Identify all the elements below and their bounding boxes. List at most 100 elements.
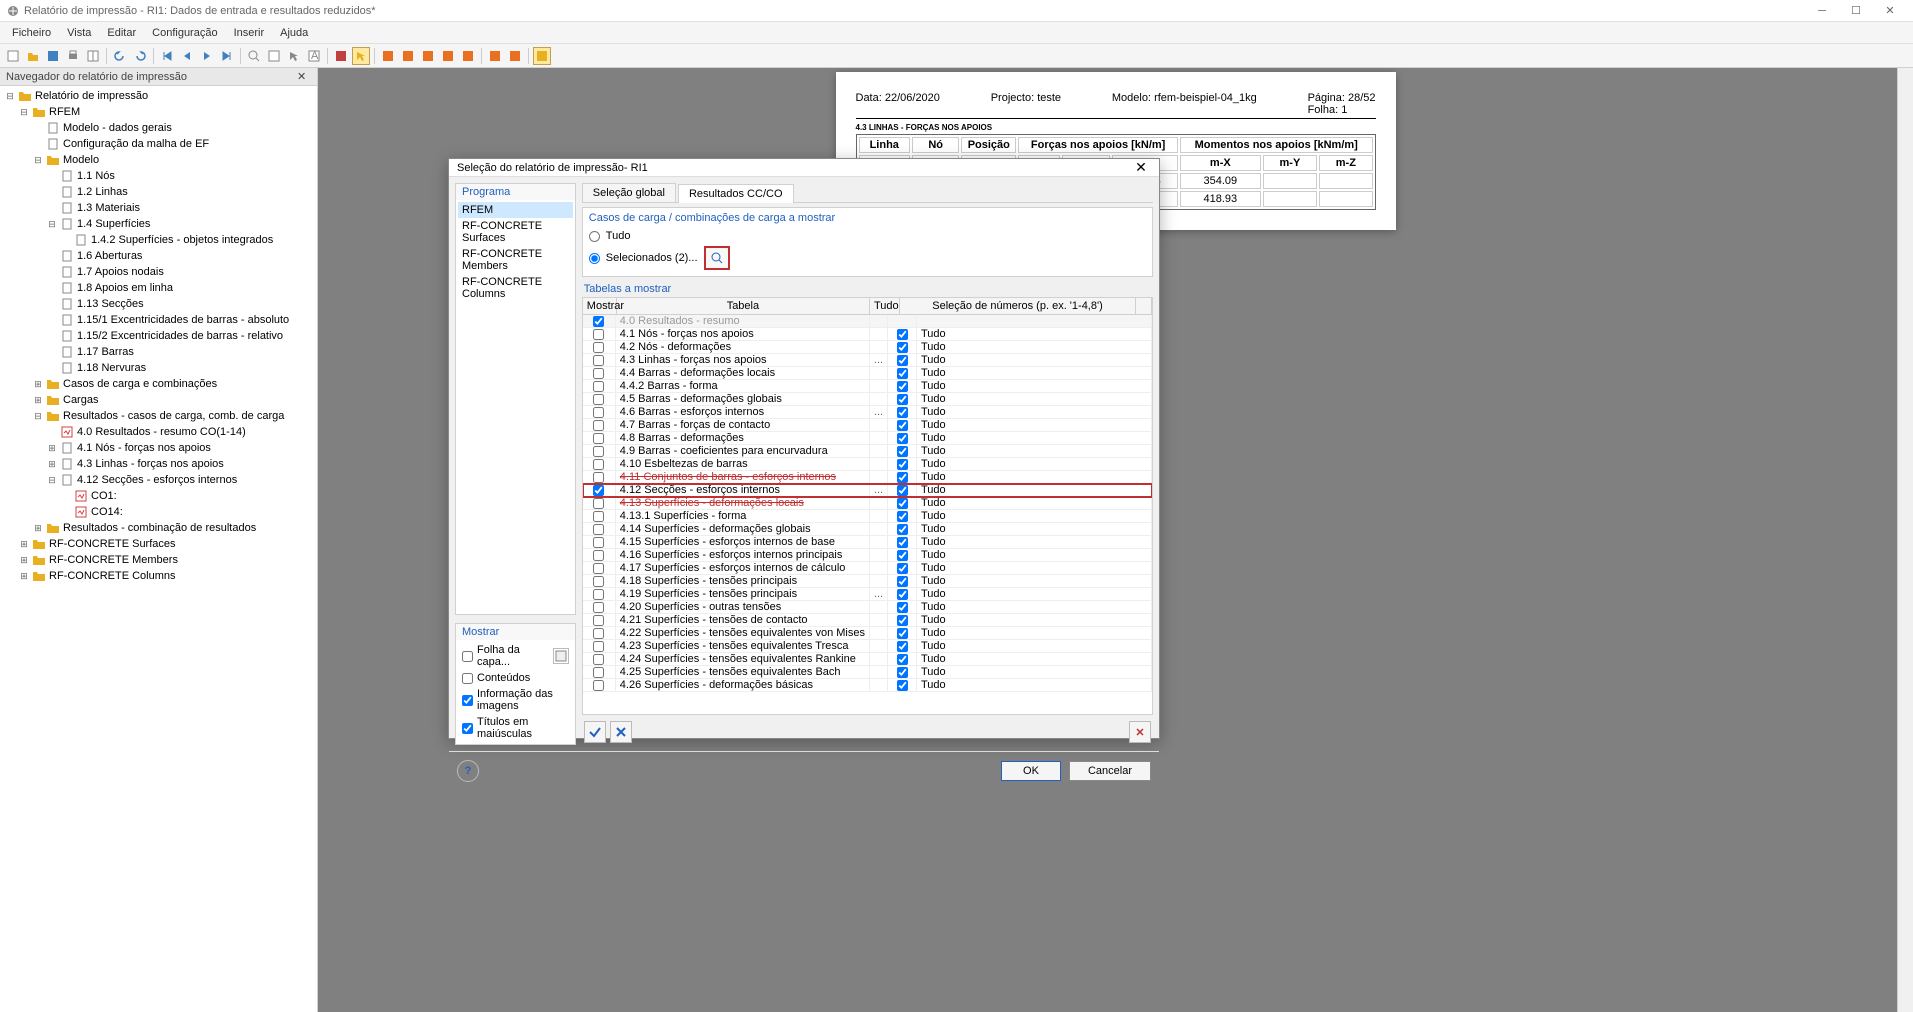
tree-toggle[interactable] <box>60 506 72 518</box>
table-row[interactable]: 4.1 Nós - forças nos apoiosTudo <box>583 328 1152 341</box>
tree-toggle[interactable] <box>60 490 72 502</box>
help-button[interactable]: ? <box>457 760 479 782</box>
row-show-checkbox[interactable] <box>593 472 604 483</box>
tool-prev-icon[interactable] <box>178 47 196 65</box>
tree-node[interactable]: CO1: <box>2 488 315 504</box>
tool-d-icon[interactable] <box>439 47 457 65</box>
menu-ajuda[interactable]: Ajuda <box>272 27 316 39</box>
row-show-checkbox[interactable] <box>593 537 604 548</box>
tree-toggle[interactable] <box>46 330 58 342</box>
ok-button[interactable]: OK <box>1001 761 1061 781</box>
table-row[interactable]: 4.5 Barras - deformações globaisTudo <box>583 393 1152 406</box>
row-all-checkbox[interactable] <box>897 446 908 457</box>
row-selection[interactable]: Tudo <box>917 588 1152 600</box>
row-all-checkbox[interactable] <box>897 654 908 665</box>
cc-selected-radio[interactable] <box>589 253 600 264</box>
menu-vista[interactable]: Vista <box>59 27 99 39</box>
tree-node[interactable]: Modelo - dados gerais <box>2 120 315 136</box>
tree-toggle[interactable] <box>46 266 58 278</box>
tree-toggle[interactable] <box>32 122 44 134</box>
row-all-checkbox[interactable] <box>897 368 908 379</box>
tree-node[interactable]: 1.15/2 Excentricidades de barras - relat… <box>2 328 315 344</box>
row-show-checkbox[interactable] <box>593 459 604 470</box>
table-row[interactable]: 4.20 Superfícies - outras tensõesTudo <box>583 601 1152 614</box>
tree-node[interactable]: 1.17 Barras <box>2 344 315 360</box>
contents-checkbox[interactable] <box>462 673 473 684</box>
tool-b-icon[interactable] <box>399 47 417 65</box>
tree-node[interactable]: ⊟Modelo <box>2 152 315 168</box>
tree-node[interactable]: ⊞RF-CONCRETE Members <box>2 552 315 568</box>
row-show-checkbox[interactable] <box>593 602 604 613</box>
menu-ficheiro[interactable]: Ficheiro <box>4 27 59 39</box>
table-row[interactable]: 4.19 Superfícies - tensões principais...… <box>583 588 1152 601</box>
table-row[interactable]: 4.13.1 Superfícies - formaTudo <box>583 510 1152 523</box>
tree-toggle[interactable] <box>46 426 58 438</box>
tool-undo-icon[interactable] <box>111 47 129 65</box>
row-all-checkbox[interactable] <box>897 511 908 522</box>
tool-first-icon[interactable] <box>158 47 176 65</box>
tree-toggle[interactable] <box>46 202 58 214</box>
row-show-checkbox[interactable] <box>593 446 604 457</box>
row-show-checkbox[interactable] <box>593 615 604 626</box>
tree-toggle[interactable]: ⊞ <box>46 458 58 470</box>
tree-toggle[interactable]: ⊟ <box>46 474 58 486</box>
tree-node[interactable]: CO14: <box>2 504 315 520</box>
row-all-checkbox[interactable] <box>897 485 908 496</box>
tree-toggle[interactable]: ⊟ <box>32 410 44 422</box>
table-row[interactable]: 4.15 Superfícies - esforços internos de … <box>583 536 1152 549</box>
row-show-checkbox[interactable] <box>593 329 604 340</box>
cover-checkbox[interactable] <box>462 651 473 662</box>
tool-pdf-icon[interactable] <box>332 47 350 65</box>
tree-toggle[interactable]: ⊟ <box>46 218 58 230</box>
row-show-checkbox[interactable] <box>593 563 604 574</box>
program-list[interactable]: RFEMRF-CONCRETE SurfacesRF-CONCRETE Memb… <box>456 200 575 614</box>
tool-langs-icon[interactable]: A <box>305 47 323 65</box>
tree-node[interactable]: ⊞4.1 Nós - forças nos apoios <box>2 440 315 456</box>
tool-e-icon[interactable] <box>459 47 477 65</box>
row-show-checkbox[interactable] <box>593 524 604 535</box>
row-selection[interactable]: Tudo <box>917 328 1152 340</box>
tree-toggle[interactable]: ⊞ <box>32 522 44 534</box>
tree-toggle[interactable]: ⊞ <box>18 570 30 582</box>
tree-toggle[interactable] <box>46 250 58 262</box>
row-details-icon[interactable]: ... <box>870 354 888 366</box>
row-all-checkbox[interactable] <box>897 602 908 613</box>
row-all-checkbox[interactable] <box>897 524 908 535</box>
row-selection[interactable]: Tudo <box>917 679 1152 691</box>
tool-new-icon[interactable] <box>4 47 22 65</box>
tool-print-preview-icon[interactable] <box>265 47 283 65</box>
table-row[interactable]: 4.12 Secções - esforços internos...Tudo <box>583 484 1152 497</box>
delete-icon[interactable]: ✕ <box>1129 721 1151 743</box>
tree-node[interactable]: 1.4.2 Superfícies - objetos integrados <box>2 232 315 248</box>
tool-a-icon[interactable] <box>379 47 397 65</box>
row-selection[interactable]: Tudo <box>917 549 1152 561</box>
table-row[interactable]: 4.26 Superfícies - deformações básicasTu… <box>583 679 1152 692</box>
program-item[interactable]: RF-CONCRETE Columns <box>458 274 573 302</box>
row-selection[interactable]: Tudo <box>917 627 1152 639</box>
row-selection[interactable]: Tudo <box>917 380 1152 392</box>
row-show-checkbox[interactable] <box>593 342 604 353</box>
dialog-close-icon[interactable]: ✕ <box>1131 159 1151 176</box>
minimize-button[interactable]: ─ <box>1805 0 1839 22</box>
tree-node[interactable]: 1.1 Nós <box>2 168 315 184</box>
tree-node[interactable]: ⊟1.4 Superfícies <box>2 216 315 232</box>
row-show-checkbox[interactable] <box>593 407 604 418</box>
tree-toggle[interactable]: ⊞ <box>32 394 44 406</box>
tree-node[interactable]: 4.0 Resultados - resumo CO(1-14) <box>2 424 315 440</box>
row-show-checkbox[interactable] <box>593 394 604 405</box>
tree-toggle[interactable] <box>60 234 72 246</box>
row-selection[interactable]: Tudo <box>917 458 1152 470</box>
tab-results[interactable]: Resultados CC/CO <box>678 184 794 203</box>
row-selection[interactable]: Tudo <box>917 523 1152 535</box>
row-show-checkbox[interactable] <box>593 680 604 691</box>
table-row[interactable]: 4.21 Superfícies - tensões de contactoTu… <box>583 614 1152 627</box>
row-all-checkbox[interactable] <box>897 355 908 366</box>
tree-node[interactable]: 1.6 Aberturas <box>2 248 315 264</box>
program-item[interactable]: RF-CONCRETE Surfaces <box>458 218 573 246</box>
tree-node[interactable]: ⊟Resultados - casos de carga, comb. de c… <box>2 408 315 424</box>
tree-node[interactable]: ⊞4.3 Linhas - forças nos apoios <box>2 456 315 472</box>
row-all-checkbox[interactable] <box>897 615 908 626</box>
row-show-checkbox[interactable] <box>593 641 604 652</box>
menu-configuracao[interactable]: Configuração <box>144 27 225 39</box>
tool-open-icon[interactable] <box>24 47 42 65</box>
